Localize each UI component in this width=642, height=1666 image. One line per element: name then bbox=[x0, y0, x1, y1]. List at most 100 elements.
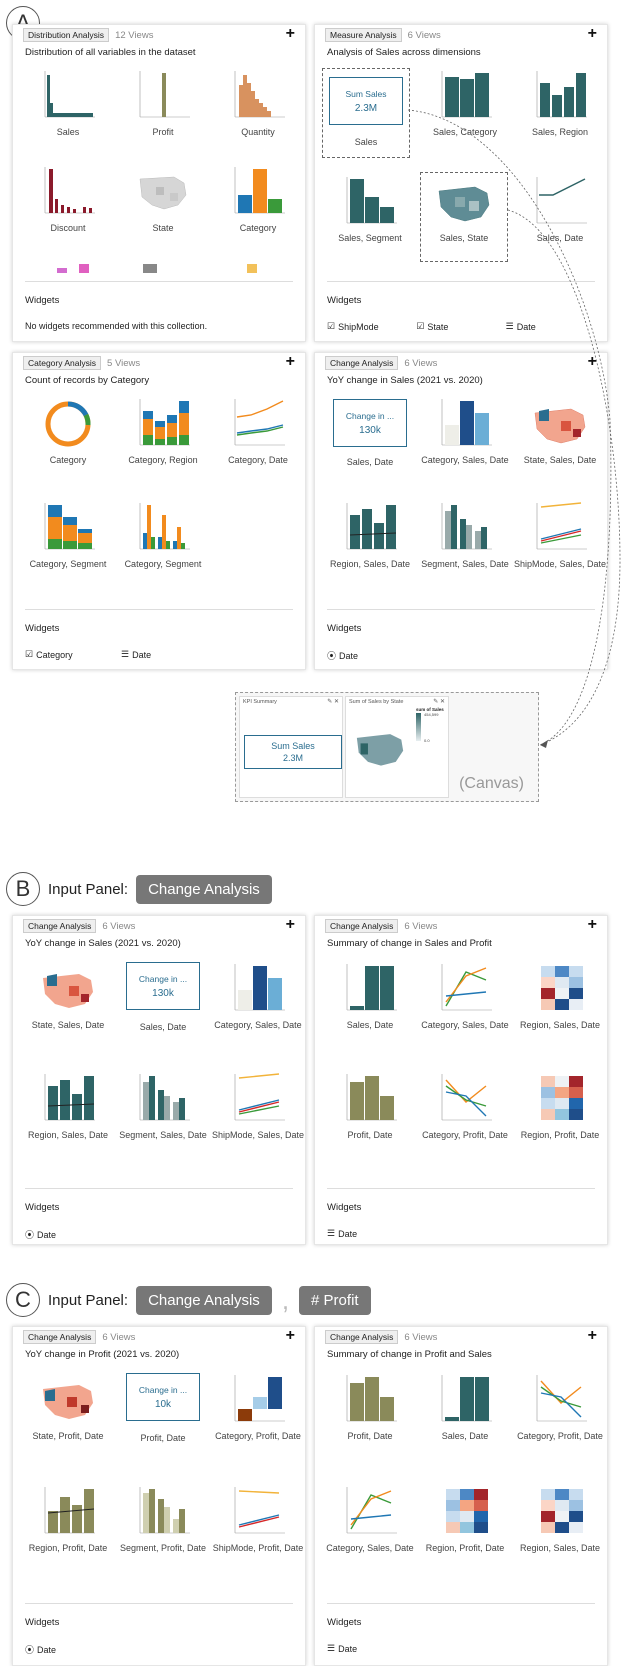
kpi-summary-panel[interactable]: KPI Summary ✎ ✕ Sum Sales 2.3M bbox=[239, 696, 343, 798]
chart-caption: Profit, Date bbox=[347, 1130, 393, 1140]
kpi-label: Sum Sales bbox=[271, 741, 315, 751]
chart-thumbnail[interactable]: Category, Profit, Date bbox=[510, 1373, 610, 1442]
chart-thumbnail[interactable]: Region, Sales, Date bbox=[18, 1072, 118, 1141]
us-map-icon bbox=[356, 734, 404, 766]
chart-caption: Profit, Date bbox=[347, 1431, 393, 1441]
widget-date[interactable]: ☰ Date bbox=[327, 1228, 423, 1239]
chart-thumbnail[interactable]: Profit, Date bbox=[320, 1373, 420, 1442]
chart-thumbnail[interactable]: Region, Profit, Date bbox=[510, 1072, 610, 1141]
chart-caption: Category, Sales, Date bbox=[421, 1020, 509, 1030]
chart-thumbnail[interactable]: Segment, Profit, Date bbox=[113, 1485, 213, 1554]
widgets-title: Widgets bbox=[327, 1202, 362, 1213]
chart-thumbnail[interactable]: Category, Sales, Date bbox=[208, 962, 308, 1031]
chart-thumbnail[interactable]: Profit, Date bbox=[320, 1072, 420, 1141]
slider-icon: ☰ bbox=[327, 1643, 336, 1653]
legend-min: 0.0 bbox=[424, 738, 430, 743]
chart-caption: Category, Sales, Date bbox=[326, 1543, 414, 1553]
panel-edit-close-icon[interactable]: ✎ ✕ bbox=[327, 698, 339, 705]
slider-icon: ☰ bbox=[327, 1228, 336, 1238]
chart-caption: Region, Sales, Date bbox=[519, 1020, 601, 1030]
widgets-row: ☰ Date bbox=[327, 1228, 595, 1239]
sales-by-state-panel[interactable]: Sum of Sales by State ✎ ✕ sum of Sales 4… bbox=[345, 696, 449, 798]
card-subtitle: Summary of change in Sales and Profit bbox=[327, 938, 492, 949]
chart-thumbnail[interactable]: Category, Sales, Date bbox=[320, 1485, 420, 1554]
chart-thumbnail[interactable]: Region, Profit, Date bbox=[415, 1485, 515, 1554]
chart-caption: Category, Profit, Date bbox=[517, 1431, 603, 1441]
view-count: 6 Views bbox=[404, 920, 438, 932]
widget-label: Date bbox=[37, 1644, 57, 1655]
chart-caption: ShipMode, Sales, Date bbox=[211, 1130, 305, 1140]
input-chip[interactable]: # Profit bbox=[299, 1285, 371, 1315]
radio-icon: ⦿ bbox=[25, 1645, 35, 1655]
chart-caption: Region, Profit, Date bbox=[520, 1130, 600, 1140]
kpi-card: Change in ... 10k bbox=[126, 1373, 200, 1421]
chart-caption: Region, Sales, Date bbox=[27, 1130, 109, 1140]
chart-thumbnail[interactable]: Change in ... 130k Sales, Date bbox=[113, 956, 213, 1033]
kpi-card: Sum Sales 2.3M bbox=[244, 735, 342, 769]
chart-caption: Category, Profit, Date bbox=[422, 1130, 508, 1140]
widgets-title: Widgets bbox=[25, 1202, 60, 1213]
widget-date[interactable]: ⦿ Date bbox=[25, 1228, 121, 1241]
chart-thumbnail[interactable]: Segment, Sales, Date bbox=[113, 1072, 213, 1141]
chart-thumbnail[interactable]: State, Sales, Date bbox=[18, 962, 118, 1031]
chart-thumbnail[interactable]: State, Profit, Date bbox=[18, 1373, 118, 1442]
card-tag: Change Analysis bbox=[325, 919, 399, 933]
chart-caption: Region, Profit, Date bbox=[425, 1543, 505, 1553]
chart-caption: Profit, Date bbox=[140, 1433, 186, 1443]
chart-caption: ShipMode, Profit, Date bbox=[212, 1543, 304, 1553]
chart-caption: State, Sales, Date bbox=[31, 1020, 105, 1030]
canvas-label: (Canvas) bbox=[459, 775, 524, 792]
change-summary-card: Change Analysis 6 Views + Summary of chan… bbox=[314, 1326, 608, 1666]
view-count: 6 Views bbox=[404, 1331, 438, 1343]
canvas[interactable]: KPI Summary ✎ ✕ Sum Sales 2.3M Sum of Sal… bbox=[235, 692, 539, 802]
chart-caption: Category, Profit, Date bbox=[215, 1431, 301, 1441]
change-summary-card: Change Analysis 6 Views + Summary of chan… bbox=[314, 915, 608, 1245]
add-button[interactable]: + bbox=[588, 916, 597, 934]
radio-icon: ⦿ bbox=[25, 1230, 35, 1240]
chart-thumbnail[interactable]: Category, Profit, Date bbox=[208, 1373, 308, 1442]
widget-date[interactable]: ⦿ Date bbox=[25, 1643, 121, 1656]
chart-thumbnail[interactable]: Category, Sales, Date bbox=[415, 962, 515, 1031]
input-chip[interactable]: Change Analysis bbox=[136, 874, 272, 904]
card-tag: Change Analysis bbox=[23, 1330, 97, 1344]
add-button[interactable]: + bbox=[588, 1327, 597, 1345]
section-b-label: B Input Panel: Change Analysis bbox=[6, 872, 272, 906]
divider bbox=[25, 1188, 293, 1189]
divider bbox=[25, 1603, 293, 1604]
chart-caption: Segment, Sales, Date bbox=[119, 1130, 207, 1140]
card-subtitle: Summary of change in Profit and Sales bbox=[327, 1349, 492, 1360]
chart-thumbnail[interactable]: ShipMode, Profit, Date bbox=[208, 1485, 308, 1554]
add-button[interactable]: + bbox=[286, 1327, 295, 1345]
widget-label: Date bbox=[338, 1643, 358, 1654]
chart-caption: Segment, Profit, Date bbox=[119, 1543, 207, 1553]
chart-caption: Region, Profit, Date bbox=[28, 1543, 108, 1553]
chart-thumbnail[interactable]: Sales, Date bbox=[415, 1373, 515, 1442]
legend-gradient bbox=[416, 713, 421, 741]
chart-thumbnail[interactable]: Region, Sales, Date bbox=[510, 1485, 610, 1554]
chart-caption: Sales, Date bbox=[441, 1431, 489, 1441]
chip-separator: , bbox=[281, 1284, 290, 1315]
chart-thumbnail[interactable]: Region, Profit, Date bbox=[18, 1485, 118, 1554]
kpi-value: 10k bbox=[154, 1398, 172, 1410]
chart-caption: State, Profit, Date bbox=[32, 1431, 104, 1441]
widget-label: Date bbox=[338, 1228, 358, 1239]
widgets-row: ☰ Date bbox=[327, 1643, 595, 1654]
widget-date[interactable]: ☰ Date bbox=[327, 1643, 423, 1654]
change-analysis-card: Change Analysis 6 Views + YoY change in P… bbox=[12, 1326, 306, 1666]
chart-thumbnail[interactable]: Category, Profit, Date bbox=[415, 1072, 515, 1141]
widgets-title: Widgets bbox=[327, 1617, 362, 1628]
add-button[interactable]: + bbox=[286, 916, 295, 934]
widgets-row: ⦿ Date bbox=[25, 1643, 293, 1656]
section-letter: B bbox=[6, 872, 40, 906]
divider bbox=[327, 1188, 595, 1189]
panel-edit-close-icon[interactable]: ✎ ✕ bbox=[433, 698, 445, 705]
widget-label: Date bbox=[37, 1229, 57, 1240]
chart-thumbnail[interactable]: Region, Sales, Date bbox=[510, 962, 610, 1031]
chart-thumbnail[interactable]: ShipMode, Sales, Date bbox=[208, 1072, 308, 1141]
kpi-label: Change in ... bbox=[138, 1384, 188, 1395]
chart-thumbnail[interactable]: Sales, Date bbox=[320, 962, 420, 1031]
chart-caption: Sales, Date bbox=[346, 1020, 394, 1030]
card-tag: Change Analysis bbox=[325, 1330, 399, 1344]
chart-thumbnail[interactable]: Change in ... 10k Profit, Date bbox=[113, 1367, 213, 1444]
input-chip[interactable]: Change Analysis bbox=[136, 1285, 272, 1315]
